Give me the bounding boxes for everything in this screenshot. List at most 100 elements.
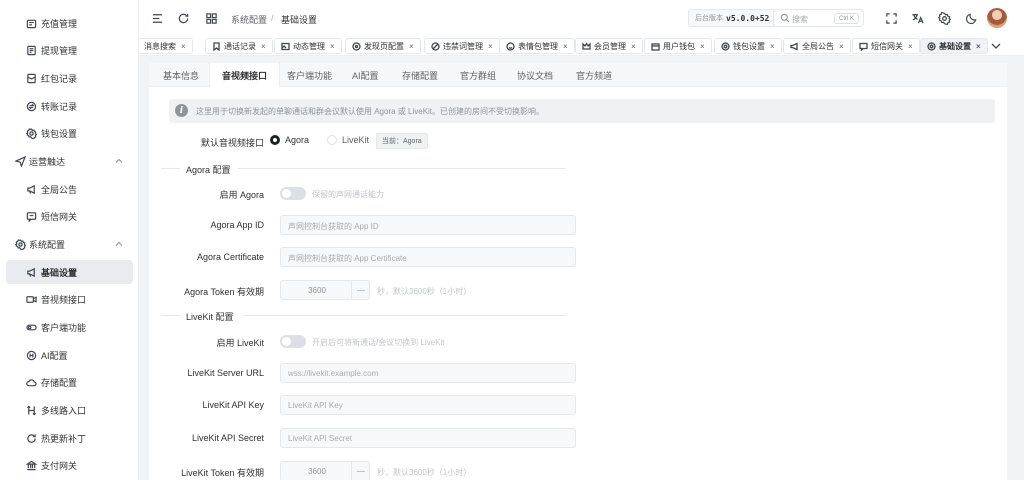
info-alert-text: 这里用于切换新发起的单聊通话和群会议默认使用 Agora 或 LiveKit。已… <box>196 107 545 116</box>
stepper-decrease-button[interactable] <box>351 462 369 480</box>
close-icon[interactable]: × <box>330 42 335 51</box>
page-tab-label: 通话记录 <box>224 41 256 51</box>
radio-agora-label: Agora <box>285 135 310 145</box>
page-tab[interactable]: 通话记录 × <box>205 38 273 54</box>
page-tab-label: 会员管理 <box>594 41 626 51</box>
close-icon[interactable]: × <box>976 42 981 51</box>
chevron-up-icon <box>115 241 123 246</box>
breadcrumb-parent[interactable]: 系统配置 <box>231 13 267 26</box>
livekit-token-stepper[interactable]: 3600 <box>280 461 370 480</box>
divider <box>245 315 566 316</box>
page-tab-active[interactable]: 基础设置 × <box>920 38 988 54</box>
close-icon[interactable]: × <box>181 42 186 51</box>
cloud-icon <box>25 376 37 388</box>
divider <box>161 315 180 316</box>
document-icon <box>25 44 37 56</box>
sidebar-item-label: 转账记录 <box>41 101 78 112</box>
close-icon[interactable]: × <box>563 42 568 51</box>
page-tab[interactable]: 消息搜索 × <box>139 38 193 54</box>
livekit-url-placeholder: wss://livekit.example.com <box>288 369 379 378</box>
tab-official-groups[interactable]: 官方群组 <box>460 63 496 87</box>
close-icon[interactable]: × <box>908 42 913 51</box>
page-tab-label: 消息搜索 <box>144 41 176 51</box>
sidebar-item-label: 短信网关 <box>41 211 78 222</box>
menu-toggle-icon[interactable] <box>150 11 164 25</box>
tab-basic-info[interactable]: 基本信息 <box>163 63 199 87</box>
message-icon <box>25 210 37 222</box>
megaphone-icon <box>790 41 799 51</box>
sidebar-item-basic-settings[interactable]: 基础设置 <box>6 260 133 284</box>
search-box[interactable]: 搜索 Ctrl K <box>773 9 864 27</box>
page-tab[interactable]: 短信网关 × <box>852 38 920 54</box>
agora-certificate-input[interactable]: 声网控制台获取的 App Certificate <box>280 247 576 267</box>
page-tab[interactable]: 违禁词管理 × <box>424 38 500 54</box>
tab-av-interface[interactable]: 音视频接口 <box>209 63 281 87</box>
search-shortcut: Ctrl K <box>834 13 859 24</box>
close-icon[interactable]: × <box>488 42 493 51</box>
page-tab-label: 短信网关 <box>871 41 903 51</box>
close-icon[interactable]: × <box>261 42 266 51</box>
stepper-decrease-button[interactable] <box>351 281 369 299</box>
page-tab[interactable]: 动态管理 × <box>274 38 342 54</box>
bookmark-icon <box>212 41 221 51</box>
livekit-secret-placeholder: LiveKit API Secret <box>288 434 353 443</box>
page-tab[interactable]: 钱包设置 × <box>714 38 782 54</box>
livekit-enable-hint: 开启后可将新通话/会议切换到 LiveKit <box>312 338 445 347</box>
dark-mode-icon[interactable] <box>964 11 978 25</box>
fullscreen-icon[interactable] <box>884 11 898 25</box>
close-icon[interactable]: × <box>409 42 414 51</box>
livekit-key-input[interactable]: LiveKit API Key <box>280 395 576 415</box>
chevron-down-icon[interactable] <box>990 40 1002 52</box>
agora-appid-label: Agora App ID <box>210 220 264 230</box>
sidebar-item-withdraw[interactable]: 提现管理 <box>6 38 133 62</box>
image-icon <box>281 42 290 51</box>
sidebar-item-label: 红包记录 <box>41 73 78 84</box>
tab-official-channels[interactable]: 官方频道 <box>576 63 612 87</box>
page-tab[interactable]: 用户钱包 × <box>644 38 712 54</box>
user-avatar[interactable] <box>987 8 1007 28</box>
livekit-secret-input[interactable]: LiveKit API Secret <box>280 428 576 448</box>
settings-gear-icon[interactable] <box>937 11 951 25</box>
radio-agora[interactable]: Agora <box>270 135 309 145</box>
close-icon[interactable]: × <box>631 42 636 51</box>
breadcrumb-separator: / <box>271 13 274 23</box>
tab-ai-config[interactable]: AI配置 <box>352 63 379 87</box>
page-tab-label: 全局公告 <box>802 41 834 51</box>
top-header: 系统配置 / 基础设置 后台版本 v5.0.0+52 搜索 Ctrl K <box>139 0 1024 36</box>
livekit-url-input[interactable]: wss://livekit.example.com <box>280 363 576 383</box>
ai-icon <box>25 349 37 361</box>
close-icon[interactable]: × <box>770 42 775 51</box>
message-icon <box>859 42 868 51</box>
apps-grid-icon[interactable] <box>204 11 218 25</box>
page-tab[interactable]: 会员管理 × <box>575 38 643 54</box>
close-icon[interactable]: × <box>839 42 844 51</box>
page-tab[interactable]: 表情包管理 × <box>499 38 575 54</box>
livekit-enable-switch[interactable] <box>280 335 306 348</box>
tab-storage-config[interactable]: 存储配置 <box>402 63 438 87</box>
settings-card: 基本信息 音视频接口 客户端功能 AI配置 存储配置 官方群组 协议文档 官方频… <box>149 63 1007 480</box>
sidebar-item-label: 支付网关 <box>41 460 78 471</box>
sidebar-item-label: 热更新补丁 <box>41 433 87 444</box>
megaphone-icon <box>25 266 37 278</box>
sidebar-item-label: 基础设置 <box>41 267 78 278</box>
sidebar-item-redpacket[interactable]: 红包记录 <box>6 66 133 90</box>
close-icon[interactable]: × <box>700 42 705 51</box>
sidebar-group-operations[interactable]: 运营触达 <box>6 149 133 173</box>
toggle-icon <box>25 321 37 333</box>
page-tab[interactable]: 发现页配置 × <box>345 38 421 54</box>
translate-icon[interactable] <box>910 11 924 25</box>
agora-enable-switch[interactable] <box>280 187 306 200</box>
agora-token-stepper[interactable]: 3600 <box>280 280 370 300</box>
radio-livekit[interactable]: LiveKit <box>327 135 369 145</box>
tab-client-features[interactable]: 客户端功能 <box>287 63 332 87</box>
agora-appid-input[interactable]: 声网控制台获取的 App ID <box>280 215 576 235</box>
version-badge: 后台版本 v5.0.0+52 <box>688 9 777 27</box>
smile-icon <box>506 41 515 51</box>
tab-agreements[interactable]: 协议文档 <box>517 63 553 87</box>
sidebar-item-recharge[interactable]: 充值管理 <box>6 11 133 35</box>
divider <box>161 168 180 169</box>
breadcrumb-current: 基础设置 <box>281 15 318 25</box>
page-tab[interactable]: 全局公告 × <box>783 38 851 54</box>
sidebar-item-transfer[interactable]: 转账记录 <box>6 94 133 118</box>
refresh-icon[interactable] <box>176 11 190 25</box>
